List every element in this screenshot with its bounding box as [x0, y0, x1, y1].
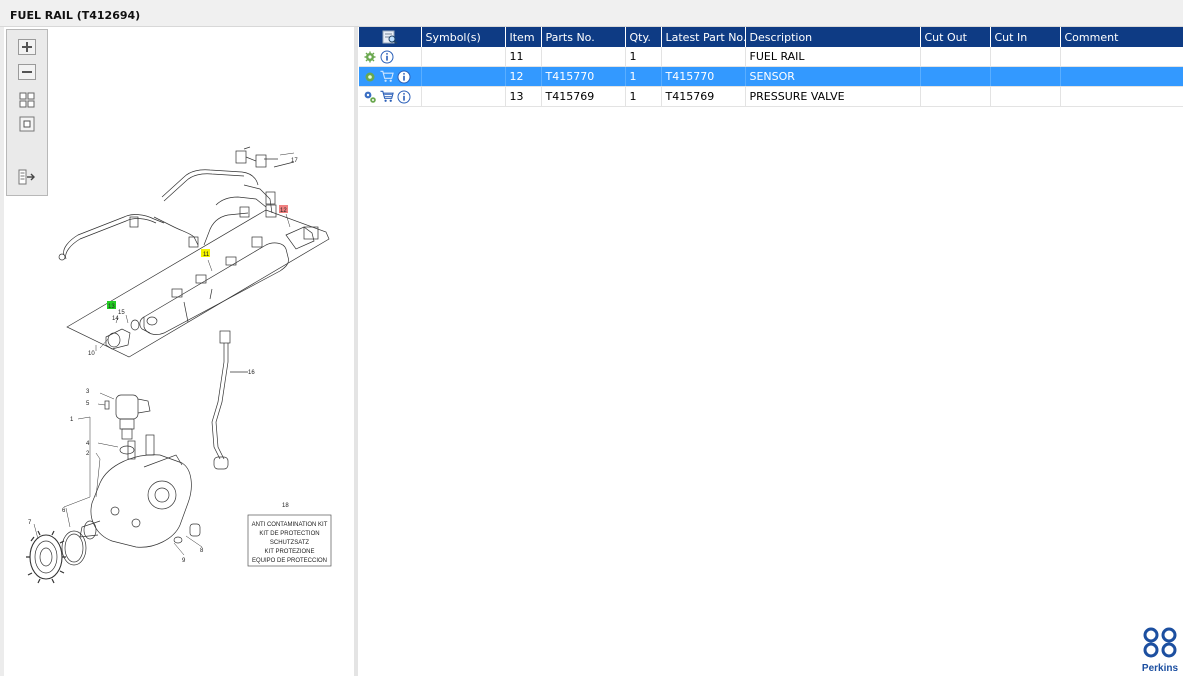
- row-actions: [359, 66, 422, 87]
- cut-in-cell: [990, 47, 1061, 67]
- column-header-cut-in[interactable]: Cut In: [990, 27, 1061, 47]
- diagram-pane[interactable]: 17 12 11 13 15 14 10 16 3 5 1 4 2 7 6 8 …: [4, 27, 355, 676]
- brand-name: Perkins: [1142, 663, 1179, 673]
- kit-line-3: SCHUTZSATZ: [270, 540, 310, 546]
- comment-cell: [1060, 66, 1183, 87]
- table-row-selected[interactable]: 12 T415770 1 T415770 SENSOR: [359, 66, 1183, 87]
- title-bar: FUEL RAIL (T412694): [0, 0, 1183, 27]
- row-actions: [359, 47, 422, 67]
- callout-4: 4: [86, 441, 90, 447]
- latest-part-no-cell: T415770: [661, 66, 746, 87]
- comment-cell: [1060, 86, 1183, 107]
- callout-11: 11: [203, 252, 210, 258]
- column-header-parts-no[interactable]: Parts No.: [541, 27, 626, 47]
- column-header-symbols[interactable]: Symbol(s): [421, 27, 506, 47]
- info-icon[interactable]: [397, 70, 411, 84]
- callout-7: 7: [28, 520, 32, 526]
- comment-cell: [1060, 47, 1183, 67]
- perkins-logo: Perkins: [1141, 627, 1179, 674]
- part-no-cell: T415770: [541, 66, 626, 87]
- callout-12: 12: [280, 208, 287, 214]
- kit-box: ANTI CONTAMINATION KIT KIT DE PROTECTION…: [247, 514, 332, 567]
- qty-cell: 1: [625, 66, 662, 87]
- cut-in-cell: [990, 66, 1061, 87]
- column-header-description[interactable]: Description: [745, 27, 921, 47]
- column-header-item[interactable]: Item: [505, 27, 542, 47]
- gear-icon[interactable]: [363, 70, 377, 84]
- table-row[interactable]: 13 T415769 1 T415769 PRESSURE VALVE: [359, 86, 1183, 107]
- cut-in-cell: [990, 86, 1061, 107]
- callout-18: 18: [282, 503, 289, 509]
- callout-13: 13: [108, 304, 115, 310]
- callout-10: 10: [88, 351, 95, 357]
- leader-lines: [33, 152, 295, 556]
- cart-icon[interactable]: [380, 70, 394, 84]
- part-no-cell: [541, 47, 626, 67]
- qty-cell: 1: [625, 47, 662, 67]
- cut-out-cell: [920, 86, 991, 107]
- kit-line-2: KIT DE PROTECTION: [259, 531, 319, 537]
- cart-icon[interactable]: [380, 90, 394, 104]
- callout-15: 15: [118, 310, 125, 316]
- table-row[interactable]: 11 1 FUEL RAIL: [359, 47, 1183, 67]
- gear-icon[interactable]: [363, 50, 377, 64]
- callout-6: 6: [62, 508, 66, 514]
- column-header-comment[interactable]: Comment: [1060, 27, 1183, 47]
- window-title: FUEL RAIL (T412694): [10, 9, 141, 22]
- symbols-cell: [421, 47, 506, 67]
- description-cell: FUEL RAIL: [745, 47, 921, 67]
- cut-out-cell: [920, 47, 991, 67]
- callout-16: 16: [248, 370, 255, 376]
- callout-3: 3: [86, 389, 90, 395]
- part-no-cell: T415769: [541, 86, 626, 107]
- parts-list-pane: Symbol(s) Item Parts No. Qty. Latest Par…: [358, 27, 1183, 676]
- symbols-cell: [421, 86, 506, 107]
- column-header-cut-out[interactable]: Cut Out: [920, 27, 991, 47]
- kit-line-5: EQUIPO DE PROTECCION: [252, 558, 327, 564]
- callout-17: 17: [291, 158, 298, 164]
- column-header-search[interactable]: [359, 27, 422, 47]
- item-cell: 12: [505, 66, 542, 87]
- description-cell: PRESSURE VALVE: [745, 86, 921, 107]
- description-cell: SENSOR: [745, 66, 921, 87]
- row-actions: [359, 86, 422, 107]
- parts-table: Symbol(s) Item Parts No. Qty. Latest Par…: [359, 27, 1183, 107]
- fuel-rail-drawing: [66, 209, 330, 358]
- latest-part-no-cell: [661, 47, 746, 67]
- cut-out-cell: [920, 66, 991, 87]
- callout-8: 8: [200, 548, 204, 554]
- return-pipe-drawing: [211, 330, 248, 470]
- info-icon[interactable]: [380, 50, 394, 64]
- kit-line-1: ANTI CONTAMINATION KIT: [252, 522, 328, 528]
- pipe-harness-drawing: [58, 146, 295, 261]
- info-icon[interactable]: [397, 90, 411, 104]
- qty-cell: 1: [625, 86, 662, 107]
- gears-icon[interactable]: [363, 90, 377, 104]
- fuel-pump-drawing: [26, 394, 201, 584]
- callout-14: 14: [112, 316, 119, 322]
- callout-9: 9: [182, 558, 186, 564]
- table-header-row: Symbol(s) Item Parts No. Qty. Latest Par…: [359, 27, 1183, 47]
- column-header-latest-part-no[interactable]: Latest Part No.: [661, 27, 746, 47]
- parts-diagram[interactable]: 17 12 11 13 15 14 10 16 3 5 1 4 2 7 6 8 …: [4, 27, 354, 676]
- search-list-icon[interactable]: [382, 30, 398, 45]
- kit-line-4: KIT PROTEZIONE: [265, 549, 315, 555]
- symbols-cell: [421, 66, 506, 87]
- column-header-qty[interactable]: Qty.: [625, 27, 662, 47]
- callout-2: 2: [86, 451, 90, 457]
- item-cell: 11: [505, 47, 542, 67]
- latest-part-no-cell: T415769: [661, 86, 746, 107]
- item-cell: 13: [505, 86, 542, 107]
- callout-1: 1: [70, 417, 74, 423]
- callout-labels: 17 12 11 13 15 14 10 16 3 5 1 4 2 7 6 8 …: [28, 158, 298, 564]
- callout-5: 5: [86, 401, 90, 407]
